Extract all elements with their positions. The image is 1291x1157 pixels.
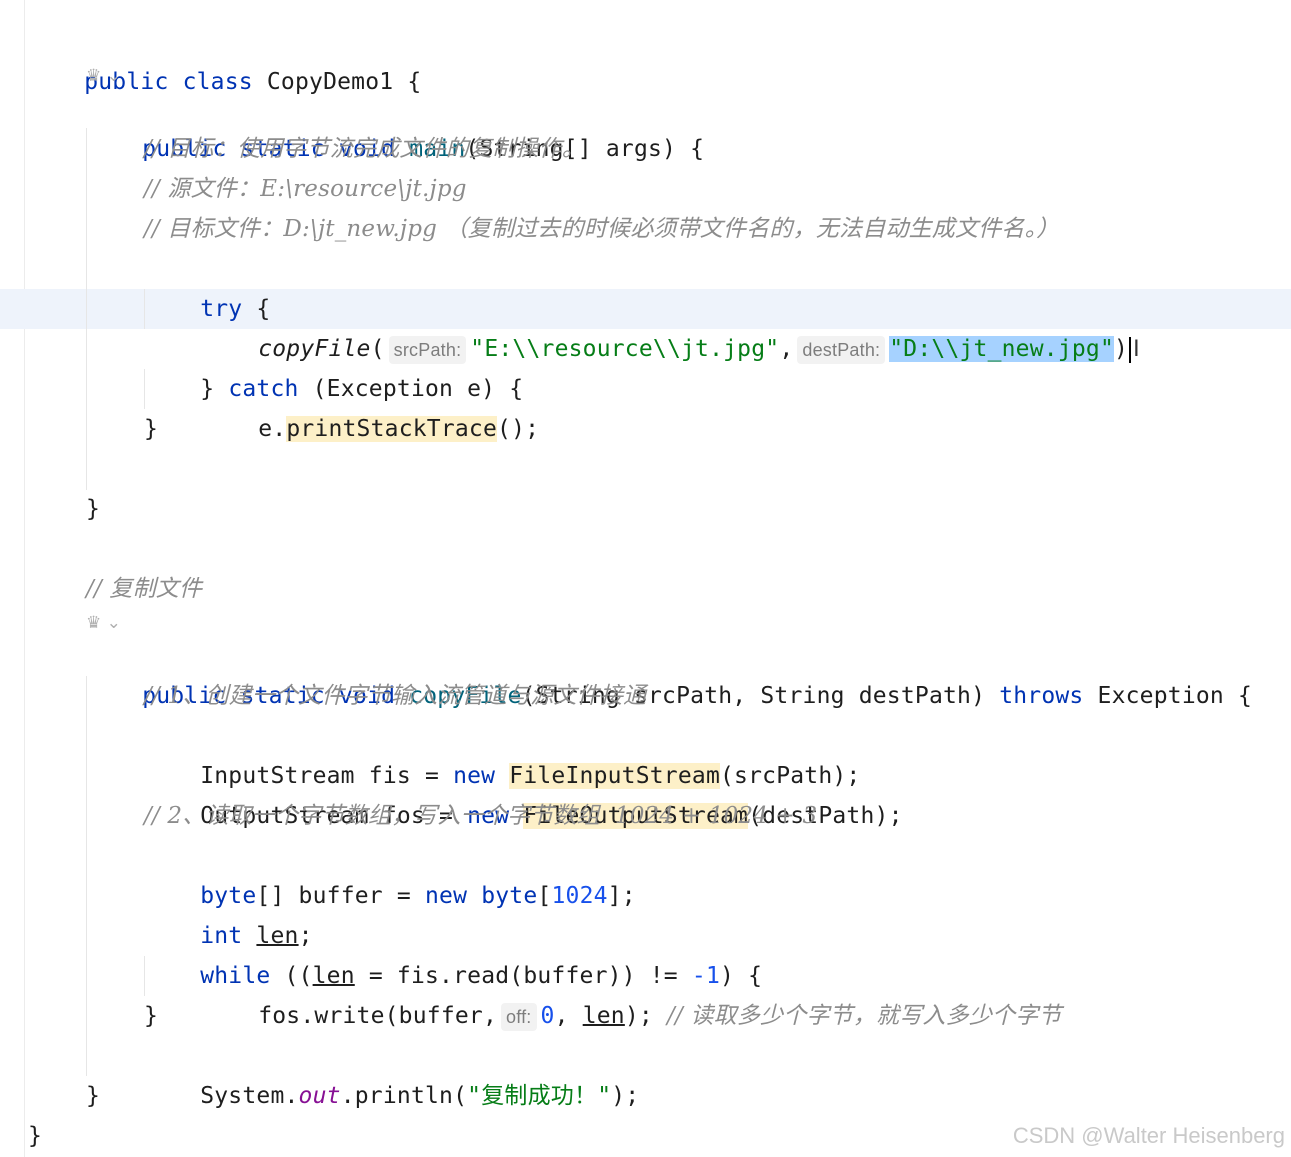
ibeam-cursor-icon: I — [1133, 336, 1140, 362]
code-line-close-brace[interactable]: } — [28, 1116, 42, 1156]
paren: ) — [1114, 336, 1129, 362]
code-comment[interactable]: // 1、创建一个文件字节输入流管道与源文件接通 — [144, 676, 646, 716]
run-gutter-icon[interactable]: ♛ ⌄ — [86, 608, 121, 638]
code-line-buffer[interactable]: byte[] buffer = new byte[1024]; — [144, 836, 636, 909]
code-line-copyfile-declaration[interactable]: public static void copyFile(String srcPa… — [86, 636, 1252, 709]
separator: , — [554, 1003, 583, 1029]
code-line-len[interactable]: int len; — [144, 876, 313, 949]
selected-string-literal[interactable]: "D:\\jt_new.jpg" — [889, 336, 1115, 362]
code-line-catch[interactable]: } catch (Exception e) { — [144, 329, 523, 402]
throws-clause: Exception { — [1083, 683, 1253, 709]
code-line-close-brace[interactable]: } — [86, 1076, 100, 1116]
keyword: new — [424, 883, 468, 909]
code-line-close-brace[interactable]: } — [144, 409, 158, 449]
code-comment[interactable]: // 目标：使用字节流完成文件的复制操作。 — [144, 129, 585, 169]
number-literal: 0 — [540, 1003, 555, 1029]
code-comment[interactable]: // 目标文件：D:\jt_new.jpg （复制过去的时候必须带文件名的，无法… — [144, 209, 1060, 249]
class-ref: System. — [200, 1083, 299, 1109]
code-line-output-stream[interactable]: OutputStream fos = new FileOutputStream(… — [144, 756, 903, 829]
code-line-input-stream[interactable]: InputStream fis = new FileInputStream(sr… — [144, 716, 860, 789]
code-editor[interactable]: public class CopyDemo1 { ♛ ⌄ public stat… — [0, 0, 1291, 1157]
method-call: printStackTrace — [286, 416, 498, 442]
code-line-class-declaration[interactable]: public class CopyDemo1 { — [28, 22, 421, 95]
keyword: throws — [999, 683, 1084, 709]
call-end: ); — [611, 1083, 640, 1109]
method-call: fos.write(buffer, — [258, 1003, 498, 1029]
watermark: CSDN @Walter Heisenberg — [1012, 1123, 1285, 1148]
code-line-main-declaration[interactable]: public static void main(String[] args) { — [86, 89, 704, 162]
code-comment[interactable]: // 复制文件 — [86, 569, 202, 609]
code-comment[interactable]: // 2、读取一个字节数组，写入一个字节数组 1024 + 1024 + 3 — [144, 796, 817, 836]
object-ref: e. — [258, 416, 287, 442]
code-line-println[interactable]: System.out.println("复制成功！"); — [144, 1036, 639, 1109]
gutter-border — [24, 0, 25, 1157]
variable: len — [582, 1003, 625, 1029]
call-end: ); — [624, 1003, 653, 1029]
code-line-close-brace[interactable]: } — [144, 996, 158, 1036]
method-call: .println( — [340, 1083, 468, 1109]
code-line-write[interactable]: fos.write(buffer, off: 0, len); // 读取多少个字节… — [202, 956, 1062, 1031]
code-line-while[interactable]: while ((len = fis.read(buffer)) != -1) { — [144, 916, 762, 989]
number-literal: 1024 — [551, 883, 608, 909]
inline-comment: // 读取多少个字节，就写入多少个字节 — [667, 1003, 1062, 1029]
comma: , — [779, 336, 794, 362]
code-line-try[interactable]: try { — [144, 249, 270, 322]
param-hint-destpath: destPath: — [797, 335, 886, 364]
param-hint-off: off: — [501, 1002, 537, 1031]
bracket: [ — [537, 883, 552, 909]
code-line-print-stack[interactable]: e.printStackTrace(); — [202, 369, 539, 442]
string-literal: "复制成功！" — [467, 1083, 612, 1109]
bracket: ]; — [607, 883, 636, 909]
code-line-close-brace[interactable]: } — [86, 489, 100, 529]
code-line-copyfile-call[interactable]: copyFile(srcPath: "E:\\resource\\jt.jpg",… — [202, 289, 1140, 364]
keyword: byte — [481, 883, 538, 909]
text-caret — [1129, 336, 1132, 363]
code-comment[interactable]: // 源文件：E:\resource\jt.jpg — [144, 169, 467, 209]
call-end: (); — [497, 416, 540, 442]
run-gutter-icon[interactable]: ♛ ⌄ — [86, 61, 121, 91]
static-field: out — [298, 1083, 341, 1109]
